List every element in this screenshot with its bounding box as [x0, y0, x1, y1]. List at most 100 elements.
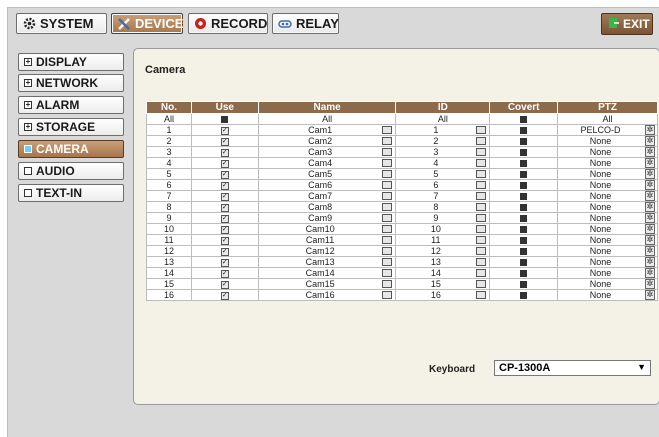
use-checkbox[interactable]: ✓ [190, 168, 259, 180]
keyboard-icon[interactable] [476, 192, 487, 200]
keyboard-icon[interactable] [476, 247, 487, 255]
keyboard-icon[interactable] [382, 203, 393, 211]
settings-icon[interactable]: ✲ [645, 290, 655, 300]
use-checkbox[interactable]: ✓ [190, 146, 259, 158]
use-checkbox[interactable]: ✓ [190, 190, 259, 202]
keyboard-icon[interactable] [382, 247, 393, 255]
settings-icon[interactable]: ✲ [645, 246, 655, 256]
covert-toggle[interactable] [489, 179, 559, 191]
keyboard-icon[interactable] [382, 225, 393, 233]
camera-id: 2 [433, 136, 439, 146]
use-all-toggle[interactable] [190, 113, 259, 125]
keyboard-icon[interactable] [382, 269, 393, 277]
keyboard-icon[interactable] [382, 170, 393, 178]
tab-relay[interactable]: RELAY [272, 13, 339, 34]
use-checkbox[interactable]: ✓ [190, 278, 259, 290]
use-checkbox[interactable]: ✓ [190, 212, 259, 224]
keyboard-icon[interactable] [382, 126, 393, 134]
keyboard-icon[interactable] [382, 236, 393, 244]
use-checkbox[interactable]: ✓ [190, 179, 259, 191]
settings-icon[interactable]: ✲ [645, 257, 655, 267]
keyboard-icon[interactable] [476, 225, 487, 233]
use-checkbox[interactable]: ✓ [190, 135, 259, 147]
ptz-protocol: None [589, 257, 612, 267]
settings-icon[interactable]: ✲ [645, 224, 655, 234]
covert-toggle[interactable] [489, 157, 559, 169]
covert-toggle[interactable] [489, 201, 559, 213]
tab-device[interactable]: DEVICE [111, 13, 183, 34]
covert-toggle[interactable] [489, 256, 559, 268]
covert-toggle[interactable] [489, 190, 559, 202]
settings-icon[interactable]: ✲ [645, 202, 655, 212]
use-checkbox[interactable]: ✓ [190, 267, 259, 279]
menu-item-audio[interactable]: AUDIO [18, 162, 124, 180]
keyboard-select[interactable]: CP-1300A ▼ [494, 360, 651, 376]
keyboard-icon[interactable] [382, 258, 393, 266]
keyboard-icon[interactable] [382, 159, 393, 167]
exit-button[interactable]: EXIT [601, 13, 653, 35]
settings-icon[interactable]: ✲ [645, 158, 655, 168]
use-checkbox[interactable]: ✓ [190, 157, 259, 169]
keyboard-icon[interactable] [382, 148, 393, 156]
checkbox-icon: ✓ [220, 291, 229, 300]
covert-toggle[interactable] [489, 278, 559, 290]
keyboard-icon[interactable] [382, 192, 393, 200]
settings-icon[interactable]: ✲ [645, 268, 655, 278]
covert-toggle[interactable] [489, 124, 559, 136]
settings-icon[interactable]: ✲ [645, 125, 655, 135]
settings-icon[interactable]: ✲ [645, 279, 655, 289]
keyboard-icon[interactable] [382, 291, 393, 299]
covert-toggle[interactable] [489, 212, 559, 224]
keyboard-icon[interactable] [476, 269, 487, 277]
keyboard-icon[interactable] [476, 258, 487, 266]
settings-icon[interactable]: ✲ [645, 191, 655, 201]
covert-toggle[interactable] [489, 223, 559, 235]
settings-icon[interactable]: ✲ [645, 147, 655, 157]
keyboard-icon[interactable] [476, 126, 487, 134]
keyboard-icon[interactable] [476, 280, 487, 288]
use-checkbox[interactable]: ✓ [190, 223, 259, 235]
covert-toggle[interactable] [489, 146, 559, 158]
keyboard-icon[interactable] [476, 159, 487, 167]
menu-item-text-in[interactable]: TEXT-IN [18, 184, 124, 202]
covert-all-toggle[interactable] [489, 113, 559, 125]
covert-toggle[interactable] [489, 234, 559, 246]
keyboard-icon[interactable] [476, 170, 487, 178]
keyboard-icon[interactable] [382, 280, 393, 288]
settings-icon[interactable]: ✲ [645, 235, 655, 245]
menu-item-alarm[interactable]: + ALARM [18, 96, 124, 114]
keyboard-icon[interactable] [476, 137, 487, 145]
menu-item-network[interactable]: + NETWORK [18, 74, 124, 92]
keyboard-icon[interactable] [382, 181, 393, 189]
keyboard-icon[interactable] [476, 148, 487, 156]
cell-id: 7 [395, 190, 491, 202]
settings-icon[interactable]: ✲ [645, 136, 655, 146]
menu-item-display[interactable]: + DISPLAY [18, 53, 124, 71]
tab-system[interactable]: SYSTEM [16, 13, 107, 34]
leaf-icon [24, 167, 32, 175]
use-checkbox[interactable]: ✓ [190, 289, 259, 301]
use-checkbox[interactable]: ✓ [190, 234, 259, 246]
tab-record[interactable]: RECORD [188, 13, 268, 34]
use-checkbox[interactable]: ✓ [190, 201, 259, 213]
settings-icon[interactable]: ✲ [645, 180, 655, 190]
keyboard-icon[interactable] [476, 181, 487, 189]
keyboard-icon[interactable] [476, 291, 487, 299]
keyboard-icon[interactable] [476, 203, 487, 211]
keyboard-icon[interactable] [382, 137, 393, 145]
settings-icon[interactable]: ✲ [645, 169, 655, 179]
keyboard-icon[interactable] [476, 214, 487, 222]
settings-icon[interactable]: ✲ [645, 213, 655, 223]
menu-item-storage[interactable]: + STORAGE [18, 118, 124, 136]
keyboard-icon[interactable] [476, 236, 487, 244]
use-checkbox[interactable]: ✓ [190, 256, 259, 268]
covert-toggle[interactable] [489, 168, 559, 180]
menu-item-camera[interactable]: CAMERA [18, 140, 124, 158]
use-checkbox[interactable]: ✓ [190, 245, 259, 257]
covert-toggle[interactable] [489, 289, 559, 301]
covert-toggle[interactable] [489, 267, 559, 279]
keyboard-icon[interactable] [382, 214, 393, 222]
use-checkbox[interactable]: ✓ [190, 124, 259, 136]
covert-toggle[interactable] [489, 135, 559, 147]
covert-toggle[interactable] [489, 245, 559, 257]
